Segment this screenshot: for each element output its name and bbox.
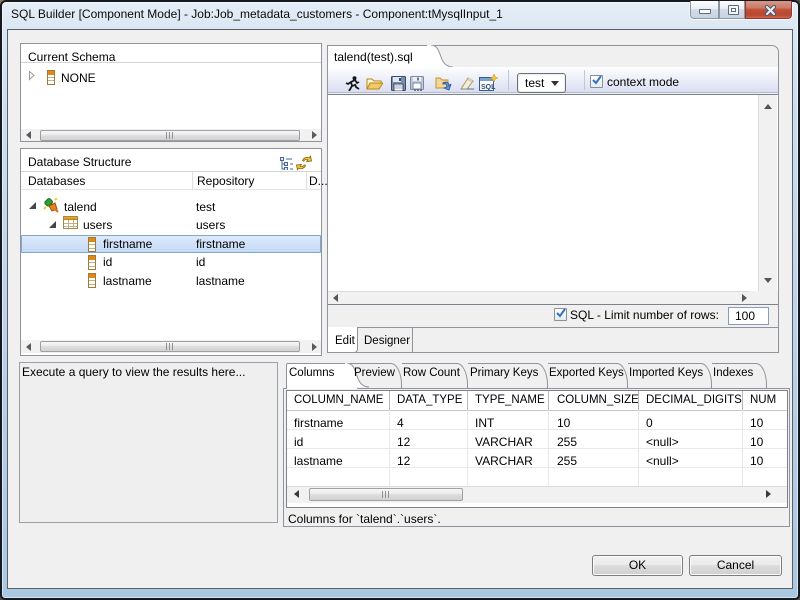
svg-text:SQL: SQL — [481, 84, 496, 91]
